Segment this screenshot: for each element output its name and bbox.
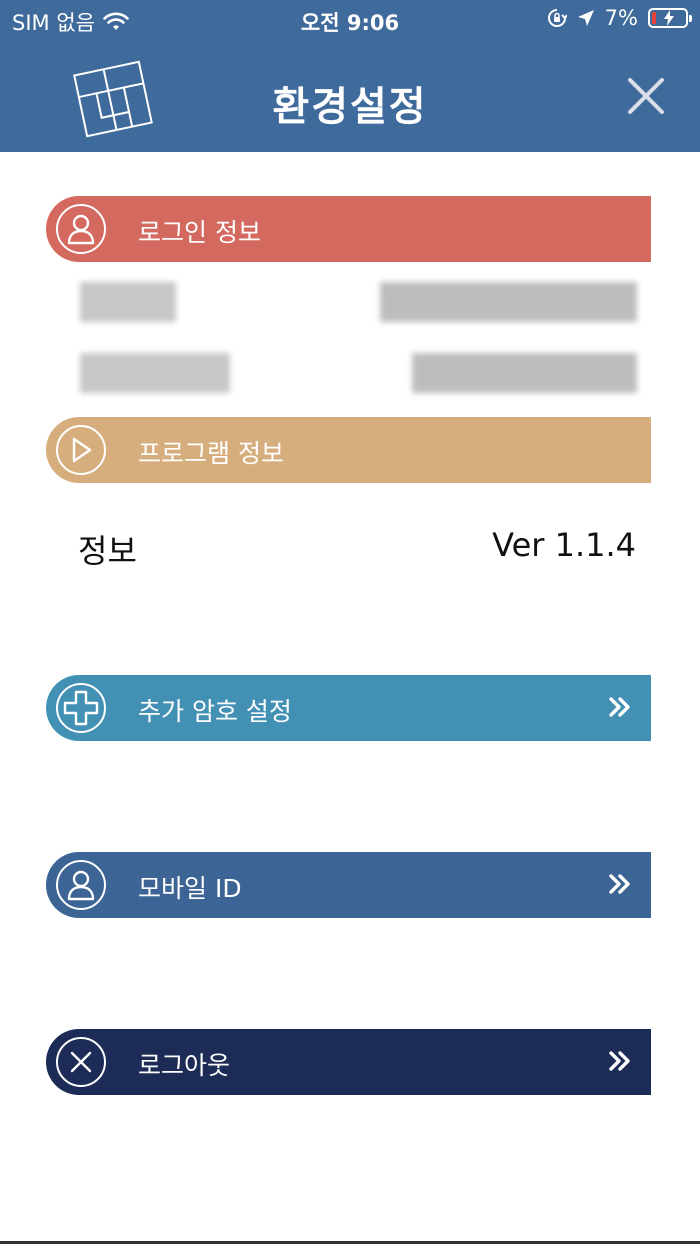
additional-password-label: 추가 암호 설정 xyxy=(138,697,292,726)
double-chevron-right-icon xyxy=(609,697,630,717)
close-icon[interactable] xyxy=(624,74,668,118)
page-title: 환경설정 xyxy=(272,84,428,130)
redacted-value xyxy=(412,353,637,393)
redacted-label xyxy=(80,282,176,322)
play-icon xyxy=(56,425,106,475)
double-chevron-right-icon xyxy=(609,874,630,894)
location-arrow-icon xyxy=(577,10,594,26)
version-label: 정보 xyxy=(78,532,137,570)
status-bar: SIM 없음 오전 9:06 7% xyxy=(0,0,700,40)
user-icon xyxy=(56,860,106,910)
version-value: Ver 1.1.4 xyxy=(492,526,636,564)
close-circle-icon xyxy=(56,1037,106,1087)
logout-button[interactable]: 로그아웃 xyxy=(46,1029,651,1095)
redacted-value xyxy=(380,282,637,322)
rotation-lock-icon xyxy=(547,9,567,27)
plus-icon xyxy=(56,683,106,733)
double-chevron-right-icon xyxy=(609,1051,630,1071)
logout-label: 로그아웃 xyxy=(138,1051,231,1080)
header-bar: SIM 없음 오전 9:06 7% 환경설정 xyxy=(0,0,700,152)
status-indicators: 7% xyxy=(547,6,692,30)
mobile-id-label: 모바일 ID xyxy=(138,874,242,903)
login-info-row-1 xyxy=(80,282,637,322)
program-info-label: 프로그램 정보 xyxy=(138,439,284,468)
program-info-header: 프로그램 정보 xyxy=(46,417,651,483)
user-icon xyxy=(56,204,106,254)
battery-icon xyxy=(648,8,692,28)
login-info-row-2 xyxy=(80,353,637,393)
login-info-header: 로그인 정보 xyxy=(46,196,651,262)
login-info-label: 로그인 정보 xyxy=(138,218,261,247)
mobile-id-button[interactable]: 모바일 ID xyxy=(46,852,651,918)
battery-percent: 7% xyxy=(604,6,638,30)
additional-password-button[interactable]: 추가 암호 설정 xyxy=(46,675,651,741)
redacted-label xyxy=(80,353,230,393)
